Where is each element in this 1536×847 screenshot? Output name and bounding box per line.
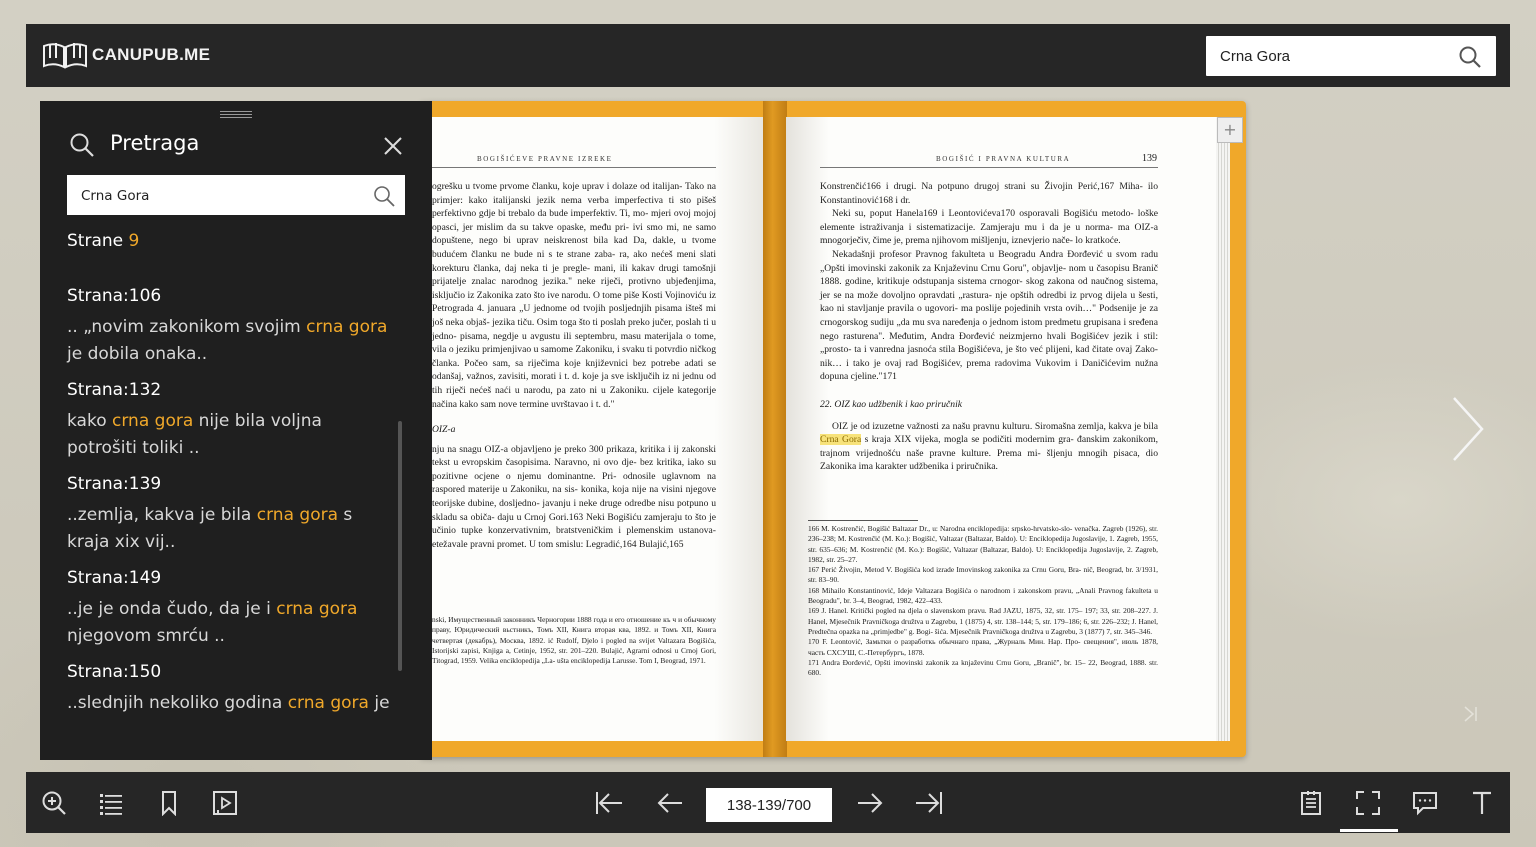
paragraph: Konstrenčić166 i drugi. Na potpuno drugo… <box>820 181 1158 206</box>
bookmark-icon[interactable] <box>156 790 182 816</box>
footnote: 167 Perić Živojin, Metod V. Bogišića kod… <box>808 565 1158 585</box>
search-panel: Pretraga Strane 9 Strana:106 .. „novim z… <box>40 101 432 760</box>
search-result[interactable]: Strana:106 .. „novim zakonikom svojim cr… <box>67 286 397 368</box>
running-head: BOGIŠIĆEVE PRAVNE IZREKE <box>477 155 613 163</box>
result-snippet: ..je je onda čudo, da je i crna gora nje… <box>67 599 358 646</box>
search-result[interactable]: Strana:149 ..je je onda čudo, da je i cr… <box>67 568 397 650</box>
footnote: 171 Andra Đorđević, Opšti imovinski zako… <box>808 657 1158 678</box>
logo[interactable]: CANUPUB.ME <box>42 40 210 70</box>
page-number: 139 <box>1142 153 1157 164</box>
page-edges <box>1216 117 1230 741</box>
header-rule <box>432 167 716 168</box>
result-snippet: ..zemlja, kakva je bila crna gora s kraj… <box>67 505 353 552</box>
paragraph: Neki su, poput Hanela169 i Leontovićeva1… <box>820 208 1158 247</box>
bottom-toolbar: 138-139/700 <box>26 772 1510 833</box>
right-page[interactable]: BOGIŠIĆ I PRAVNA KULTURA 139 Konstrenčić… <box>786 117 1216 741</box>
paragraph-with-hit: OIZ je od izuzetne važnosti za našu prav… <box>820 420 1158 473</box>
footnotes: nski, Имущественный законникъ Черногории… <box>432 615 716 666</box>
top-search-box <box>1206 36 1496 76</box>
search-icon[interactable] <box>373 185 395 207</box>
zoom-in-icon[interactable] <box>41 790 67 816</box>
result-count-number: 9 <box>128 231 140 251</box>
results-scrollbar[interactable] <box>398 421 402 671</box>
table-of-contents-icon[interactable] <box>98 790 124 816</box>
result-page: Strana:139 <box>67 474 162 494</box>
result-count: Strane 9 <box>67 231 140 251</box>
slideshow-icon[interactable] <box>212 790 238 816</box>
result-snippet: kako crna gora nije bila voljna potrošit… <box>67 411 322 458</box>
logo-text: CANUPUB.ME <box>92 45 211 64</box>
page-body: ogrešku u tvome prvome članku, koje upra… <box>432 180 716 551</box>
first-page-icon[interactable] <box>594 790 624 816</box>
search-icon[interactable] <box>1458 45 1482 69</box>
close-icon[interactable] <box>383 136 403 156</box>
notes-icon[interactable] <box>1298 790 1324 816</box>
result-page: Strana:149 <box>67 568 162 588</box>
last-page-faint-icon <box>1464 706 1477 722</box>
book-spine <box>763 101 787 757</box>
result-snippet: .. „novim zakonikom svojim crna gora je … <box>67 317 388 364</box>
result-page: Strana:132 <box>67 380 162 400</box>
search-results: Strana:106 .. „novim zakonikom svojim cr… <box>67 286 397 729</box>
search-highlight[interactable]: Crna Gora <box>820 434 862 446</box>
page-indicator[interactable]: 138-139/700 <box>706 788 832 822</box>
left-page[interactable]: BOGIŠIĆEVE PRAVNE IZREKE ogrešku u tvome… <box>432 117 764 741</box>
footnote: 170 F. Leontović, Замьтки о разработкь о… <box>808 637 1158 657</box>
footnote-rule <box>808 520 918 521</box>
footnote: nski, Имущественный законникъ Черногории… <box>432 615 716 666</box>
footnote: 169 J. Hanel. Kritički pogled na djela o… <box>808 606 1158 636</box>
top-search-input[interactable] <box>1206 36 1460 76</box>
search-icon <box>70 133 94 157</box>
footnote: 168 Mihailo Konstantinović, Ideje Valtaz… <box>808 585 1158 606</box>
text-icon[interactable] <box>1469 790 1495 816</box>
footnote: 166 M. Kostrenčić, Bogišić Baltazar Dr.,… <box>808 524 1158 564</box>
drag-handle[interactable] <box>220 111 252 120</box>
result-page: Strana:150 <box>67 662 162 682</box>
panel-search-input[interactable] <box>67 175 373 217</box>
paragraph: Nekadašnji profesor Pravnog fakulteta u … <box>820 248 1158 383</box>
paragraph: nju na snagu OIZ-a objavljeno je preko 3… <box>432 443 716 550</box>
search-result[interactable]: Strana:139 ..zemlja, kakva je bila crna … <box>67 474 397 556</box>
section-heading: 22. OIZ kao udžbenik i kao priručnik <box>820 398 963 410</box>
page-body: Konstrenčić166 i drugi. Na potpuno drugo… <box>820 180 1158 474</box>
open-book-icon <box>43 43 87 69</box>
next-page-icon[interactable] <box>856 790 884 816</box>
result-page: Strana:106 <box>67 286 162 306</box>
last-page-icon[interactable] <box>914 790 944 816</box>
running-head: BOGIŠIĆ I PRAVNA KULTURA <box>936 155 1071 163</box>
footnotes: 166 M. Kostrenčić, Bogišić Baltazar Dr.,… <box>808 524 1158 678</box>
prev-page-icon[interactable] <box>656 790 684 816</box>
fullscreen-icon[interactable] <box>1355 790 1381 816</box>
result-snippet: ..slednjih nekoliko godina crna gora je <box>67 693 390 713</box>
add-note-corner-icon[interactable]: + <box>1217 117 1243 143</box>
comments-icon[interactable] <box>1412 790 1438 816</box>
panel-search-box <box>67 175 405 217</box>
panel-title: Pretraga <box>110 131 200 155</box>
search-result[interactable]: Strana:150 ..slednjih nekoliko godina cr… <box>67 662 397 717</box>
section-heading: OIZ-a <box>432 424 456 436</box>
header-rule <box>820 167 1158 168</box>
next-page-arrow-icon[interactable] <box>1448 394 1488 464</box>
search-result[interactable]: Strana:132 kako crna gora nije bila volj… <box>67 380 397 462</box>
active-indicator <box>1340 829 1398 832</box>
top-bar: CANUPUB.ME <box>26 24 1510 87</box>
paragraph: ogrešku u tvome prvome članku, koje upra… <box>432 181 716 410</box>
